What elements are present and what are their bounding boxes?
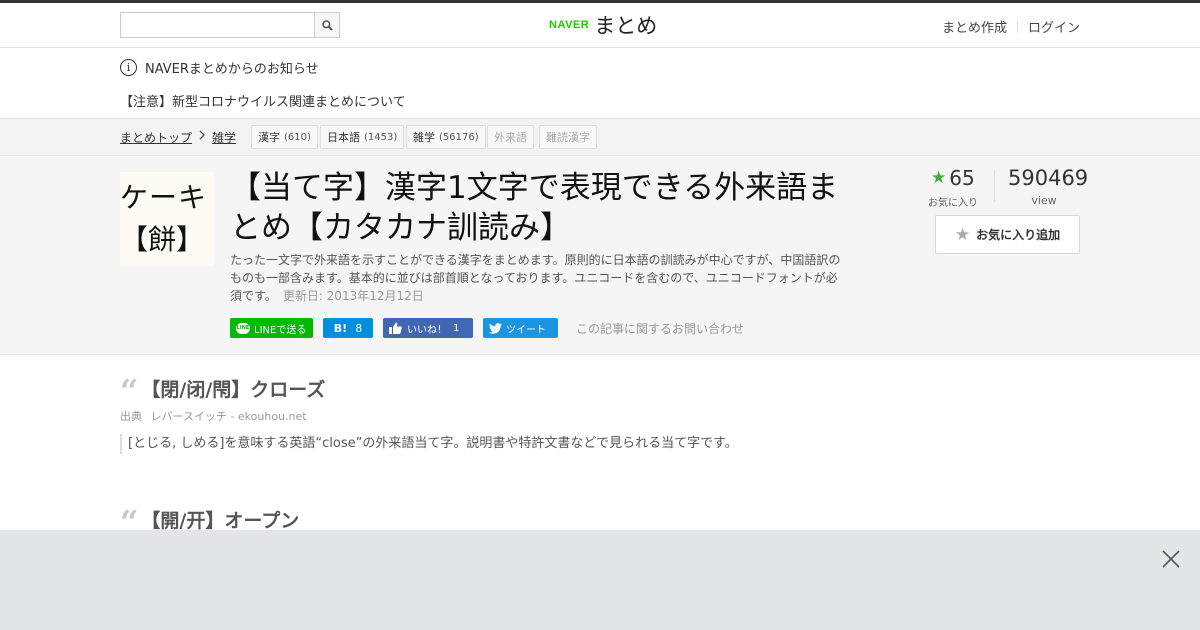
- article-title: 【当て字】漢字1文字で表現できる外来語まとめ【カタカナ訓読み】: [230, 170, 839, 246]
- article-header: ケーキ 【餅】 【当て字】漢字1文字で表現できる外来語まとめ【カタカナ訓読み】 …: [0, 156, 1200, 355]
- tag-count: (610): [284, 131, 311, 143]
- article-thumbnail[interactable]: ケーキ 【餅】: [120, 172, 214, 266]
- view-label: view: [1031, 194, 1057, 207]
- line-share-button[interactable]: LINE LINEで送る: [230, 318, 313, 338]
- hatena-bookmark-button[interactable]: B! 8: [323, 318, 373, 338]
- tag-label: 漢字: [258, 131, 280, 144]
- tag-zatsugaku[interactable]: 雑学 (56176): [406, 125, 486, 149]
- article-description: たった一文字で外来語を示すことができる漢字をまとめます。原則的に日本語の訓読みが…: [230, 251, 848, 305]
- share-buttons: LINE LINEで送る B! 8 いいね！ 1 ツイート この記事に関するお問…: [230, 318, 744, 338]
- item-source: 出典 レバースイッチ - ekouhou.net: [120, 408, 760, 424]
- content-item: “ 【閉/闭/閇】クローズ 出典 レバースイッチ - ekouhou.net […: [120, 372, 760, 454]
- tag-gairaigo[interactable]: 外来語: [487, 125, 534, 149]
- source-label: 出典: [120, 410, 142, 423]
- facebook-like-label: いいね！: [407, 324, 447, 336]
- tag-nandoku-kanji[interactable]: 難読漢字: [539, 125, 597, 149]
- article-contact-link[interactable]: この記事に関するお問い合わせ: [576, 320, 744, 337]
- article-stats: ★ 65 お気に入り 590469 view: [925, 166, 1089, 209]
- facebook-like-count: 1: [453, 322, 460, 334]
- updated-date: 更新日: 2013年12月12日: [282, 289, 424, 303]
- add-favorite-button[interactable]: ★ お気に入り追加: [935, 215, 1080, 254]
- hatena-icon: B!: [333, 321, 348, 335]
- item-quote: [とじる, しめる]を意味する英語“close”の外来語当て字。説明書や特許文書…: [120, 434, 752, 454]
- tag-label: 日本語: [327, 131, 360, 144]
- search-button[interactable]: [314, 13, 339, 37]
- notice-bar: i NAVERまとめからのお知らせ: [120, 57, 319, 77]
- thumbs-up-icon: [389, 322, 402, 334]
- login-link[interactable]: ログイン: [1028, 17, 1080, 36]
- twitter-bird-icon: [489, 322, 502, 334]
- view-count: 590469: [1008, 166, 1089, 190]
- tag-label: 雑学: [413, 131, 435, 144]
- favorite-label: お気に入り: [928, 198, 978, 209]
- site-header: NAVER まとめ まとめ作成 ログイン: [0, 3, 1200, 48]
- logo-matome: まとめ: [594, 14, 658, 38]
- star-icon: ★: [931, 168, 947, 188]
- logo-naver: NAVER: [549, 19, 590, 31]
- thumbnail-text-1: ケーキ: [120, 181, 208, 214]
- ad-overlay: [0, 530, 1200, 630]
- tag-count: (1453): [364, 131, 398, 143]
- search-box: [120, 12, 340, 38]
- tag-kanji[interactable]: 漢字 (610): [251, 125, 318, 149]
- quote-icon: “: [120, 372, 139, 410]
- search-input[interactable]: [121, 13, 315, 37]
- favorite-count-value: 65: [949, 166, 975, 190]
- tweet-label: ツイート: [506, 324, 546, 336]
- stats-divider: [994, 170, 995, 202]
- star-outline-icon: ★: [954, 224, 971, 245]
- favorite-count: ★ 65: [931, 166, 975, 190]
- breadcrumb-category[interactable]: 雑学: [212, 129, 236, 146]
- create-matome-link[interactable]: まとめ作成: [942, 17, 1007, 36]
- covid-notice-link[interactable]: 【注意】新型コロナウイルス関連まとめについて: [120, 91, 406, 110]
- add-favorite-label: お気に入り追加: [976, 228, 1061, 242]
- header-links: まとめ作成 ログイン: [942, 17, 1080, 36]
- article-body: “ 【閉/闭/閇】クローズ 出典 レバースイッチ - ekouhou.net […: [120, 372, 760, 454]
- tag-label: 難読漢字: [546, 131, 590, 144]
- item-heading-text: 【開/开】オープン: [141, 509, 300, 532]
- line-share-label: LINEで送る: [254, 324, 307, 336]
- tag-label: 外来語: [494, 131, 527, 144]
- site-logo[interactable]: NAVER まとめ: [549, 10, 657, 40]
- hatena-count: 8: [355, 321, 363, 335]
- tweet-button[interactable]: ツイート: [483, 318, 558, 338]
- chevron-right-icon: [198, 129, 206, 144]
- info-icon: i: [120, 58, 137, 76]
- breadcrumb: まとめトップ 雑学 漢字 (610) 日本語 (1453) 雑学 (56176) 外来…: [0, 118, 1200, 156]
- tag-count: (56176): [439, 131, 479, 143]
- close-ad-button[interactable]: [1160, 548, 1182, 570]
- breadcrumb-top[interactable]: まとめトップ: [120, 129, 192, 146]
- source-link[interactable]: レバースイッチ - ekouhou.net: [151, 410, 307, 423]
- search-icon: [321, 19, 333, 31]
- notice-text: NAVERまとめからのお知らせ: [145, 61, 319, 77]
- tag-nihongo[interactable]: 日本語 (1453): [320, 125, 405, 149]
- item-heading: “ 【開/开】オープン: [120, 506, 300, 538]
- facebook-like-button[interactable]: いいね！ 1: [383, 318, 473, 338]
- item-heading-text: 【閉/闭/閇】クローズ: [141, 378, 326, 401]
- thumbnail-text-2: 【餅】: [120, 223, 205, 256]
- header-divider: [1016, 20, 1018, 33]
- item-heading: “ 【閉/闭/閇】クローズ: [120, 372, 760, 410]
- close-icon: [1162, 550, 1180, 568]
- line-icon: LINE: [236, 322, 250, 334]
